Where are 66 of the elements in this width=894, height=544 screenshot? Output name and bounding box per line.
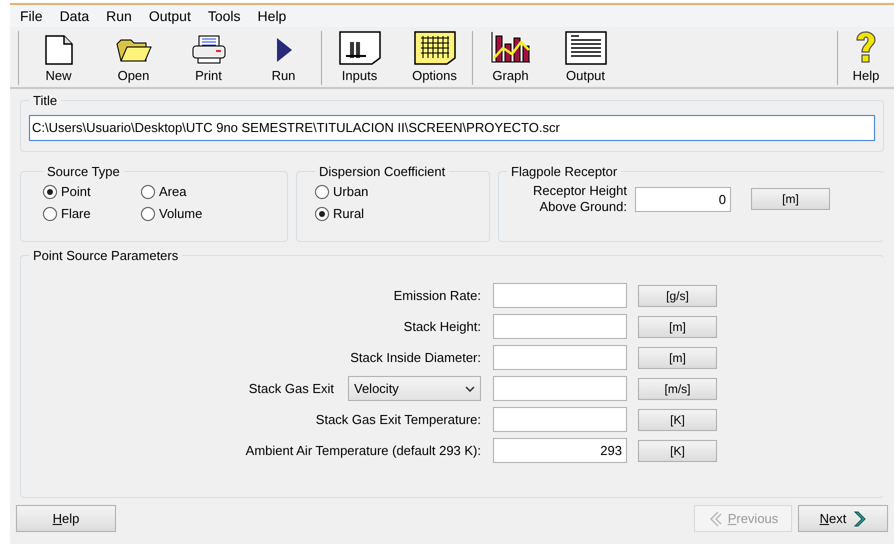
- unit-button[interactable]: [g/s]: [638, 284, 717, 306]
- toolbar-button[interactable]: New: [21, 27, 96, 85]
- group-title: Title: [32, 92, 58, 110]
- radio-option[interactable]: Flare: [43, 203, 141, 225]
- radio-option[interactable]: Urban: [315, 181, 481, 203]
- unit-button[interactable]: [K]: [638, 408, 717, 430]
- toolbar-button[interactable]: Output: [548, 27, 623, 85]
- toolbar-button[interactable]: Inputs: [322, 27, 397, 85]
- radio-button[interactable]: [43, 185, 57, 199]
- toolbar-button[interactable]: Options: [397, 27, 472, 85]
- value-field[interactable]: [493, 283, 627, 308]
- value-field[interactable]: [493, 376, 627, 401]
- chevron-left-icon: [708, 510, 722, 526]
- unit-button[interactable]: [K]: [638, 440, 717, 462]
- text-document-icon: [564, 30, 608, 66]
- radio-option[interactable]: Point: [43, 181, 141, 203]
- title-field[interactable]: C:\Users\Usuario\Desktop\UTC 9no SEMESTRE\TITULACION II\SCREEN\PROYECTO.scr: [29, 114, 875, 140]
- radio-option[interactable]: Rural: [315, 203, 481, 225]
- chevron-right-icon: [852, 510, 866, 526]
- radio-button[interactable]: [141, 185, 155, 199]
- value-field[interactable]: 293: [493, 438, 627, 463]
- group-title: Source Type: [46, 162, 121, 181]
- unit-button[interactable]: [m/s]: [638, 378, 717, 400]
- toolbar-button[interactable]: Print: [171, 27, 246, 85]
- help-button[interactable]: Help: [16, 505, 116, 532]
- toolbar-button[interactable]: Graph: [473, 27, 548, 85]
- printer-icon: [190, 34, 228, 66]
- document-icon: [44, 34, 74, 66]
- toolbar-button[interactable]: Run: [246, 27, 321, 85]
- field-label: Emission Rate:: [394, 286, 481, 305]
- menu-item[interactable]: Run: [106, 6, 132, 26]
- menu-item[interactable]: Tools: [208, 6, 241, 26]
- receptor-height-field[interactable]: 0: [634, 186, 731, 212]
- radio-option[interactable]: Volume: [141, 203, 279, 225]
- radio-button[interactable]: [141, 207, 155, 221]
- group-title: Point Source Parameters: [32, 246, 180, 264]
- radio-option[interactable]: Area: [141, 181, 279, 203]
- next-button[interactable]: Next: [798, 505, 888, 532]
- group-title: Dispersion Coefficient: [318, 162, 446, 181]
- menu-item[interactable]: Output: [148, 6, 191, 26]
- toolbar-button[interactable]: Open: [96, 27, 171, 85]
- receptor-height-label: Receptor Height Above Ground:: [533, 183, 627, 215]
- field-label: Stack Gas Exit Temperature:: [316, 410, 481, 429]
- menu-item[interactable]: File: [20, 6, 43, 26]
- value-field[interactable]: [493, 345, 627, 370]
- value-field[interactable]: [493, 407, 627, 432]
- menu-item[interactable]: Data: [60, 6, 90, 26]
- value-field[interactable]: [493, 314, 627, 339]
- chevron-down-icon: [465, 386, 475, 392]
- unit-button[interactable]: [m]: [638, 346, 717, 368]
- grid-icon: [412, 30, 456, 66]
- group-title: Flagpole Receptor: [510, 162, 618, 181]
- dropdown[interactable]: Velocity: [348, 376, 481, 401]
- unit-button[interactable]: [m]: [638, 316, 717, 338]
- field-label: Ambient Air Temperature (default 293 K):: [246, 442, 481, 460]
- unit-button[interactable]: [m]: [750, 188, 830, 210]
- radio-button[interactable]: [43, 207, 57, 221]
- bar-chart-icon: [488, 30, 532, 66]
- radio-button[interactable]: [315, 185, 329, 199]
- menu-item[interactable]: Help: [258, 6, 286, 26]
- field-label: Stack Gas Exit: [248, 380, 334, 398]
- data-sheet-icon: [338, 30, 382, 66]
- field-label: Stack Height:: [404, 318, 481, 336]
- toolbar-button[interactable]: Help: [838, 27, 894, 85]
- radio-button[interactable]: [315, 207, 329, 221]
- field-label: Stack Inside Diameter:: [350, 348, 481, 367]
